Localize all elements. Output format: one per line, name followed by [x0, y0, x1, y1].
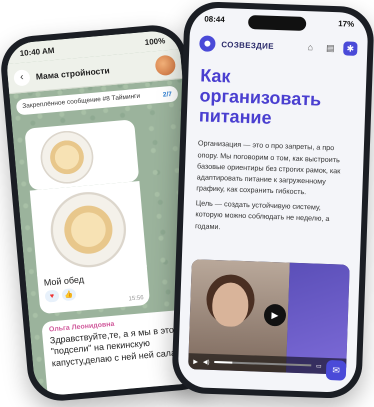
caption-text: Мой обед: [43, 274, 85, 288]
volume-icon[interactable]: ◀): [203, 358, 210, 365]
chat-title: Мама стройности: [35, 64, 110, 82]
speaker-face: [211, 281, 250, 328]
play-small-icon[interactable]: ▶: [193, 358, 198, 365]
home-icon[interactable]: ⌂: [303, 40, 317, 54]
status-time: 08:44: [204, 13, 225, 24]
book-icon[interactable]: ▤: [323, 41, 337, 55]
pinned-text: Закреплённое сообщение #8 Тайминги: [22, 92, 141, 110]
paragraph-1: Организация — это о про запреты, а про о…: [196, 138, 341, 197]
video-progress[interactable]: [214, 361, 312, 367]
status-time: 10:40 AM: [19, 45, 55, 58]
heart-icon[interactable]: ♥: [44, 289, 60, 303]
avatar[interactable]: [154, 54, 177, 76]
video-player[interactable]: ▶ ▶ ◀) ▭ ⚙ ⛶: [188, 259, 350, 375]
brand-name[interactable]: СОЗВЕЗДИЕ: [221, 40, 297, 52]
status-battery: 100%: [144, 35, 166, 47]
chat-title-block[interactable]: Мама стройности: [35, 61, 149, 81]
logo-icon[interactable]: [199, 35, 216, 52]
photo-caption-message: Мой обед ♥ 👍 15:56: [37, 264, 151, 315]
right-phone: 08:44 17% СОЗВЕЗДИЕ ⌂ ▤ ✱ Как организова…: [171, 0, 374, 400]
captions-icon[interactable]: ▭: [316, 362, 322, 369]
dynamic-island: [247, 15, 307, 32]
thumbs-up-icon[interactable]: 👍: [61, 288, 77, 302]
message-time: 15:56: [128, 295, 144, 303]
status-battery: 17%: [338, 18, 355, 29]
gear-icon[interactable]: ✱: [343, 41, 358, 56]
food-photo: [45, 186, 132, 274]
paragraph-2: Цель — создать устойчивую систему, котор…: [194, 198, 330, 231]
pinned-count: 2/7: [162, 90, 173, 99]
chat-icon[interactable]: ✉: [325, 359, 347, 381]
photo-message-1[interactable]: [24, 119, 140, 191]
food-photo: [36, 126, 98, 188]
article-screen: 08:44 17% СОЗВЕЗДИЕ ⌂ ▤ ✱ Как организова…: [177, 7, 369, 393]
page-title: Как организовать питание: [198, 65, 322, 129]
chevron-left-icon[interactable]: ‹: [13, 68, 31, 87]
photo-message-2[interactable]: [29, 181, 147, 277]
video-progress-fill: [214, 361, 232, 364]
